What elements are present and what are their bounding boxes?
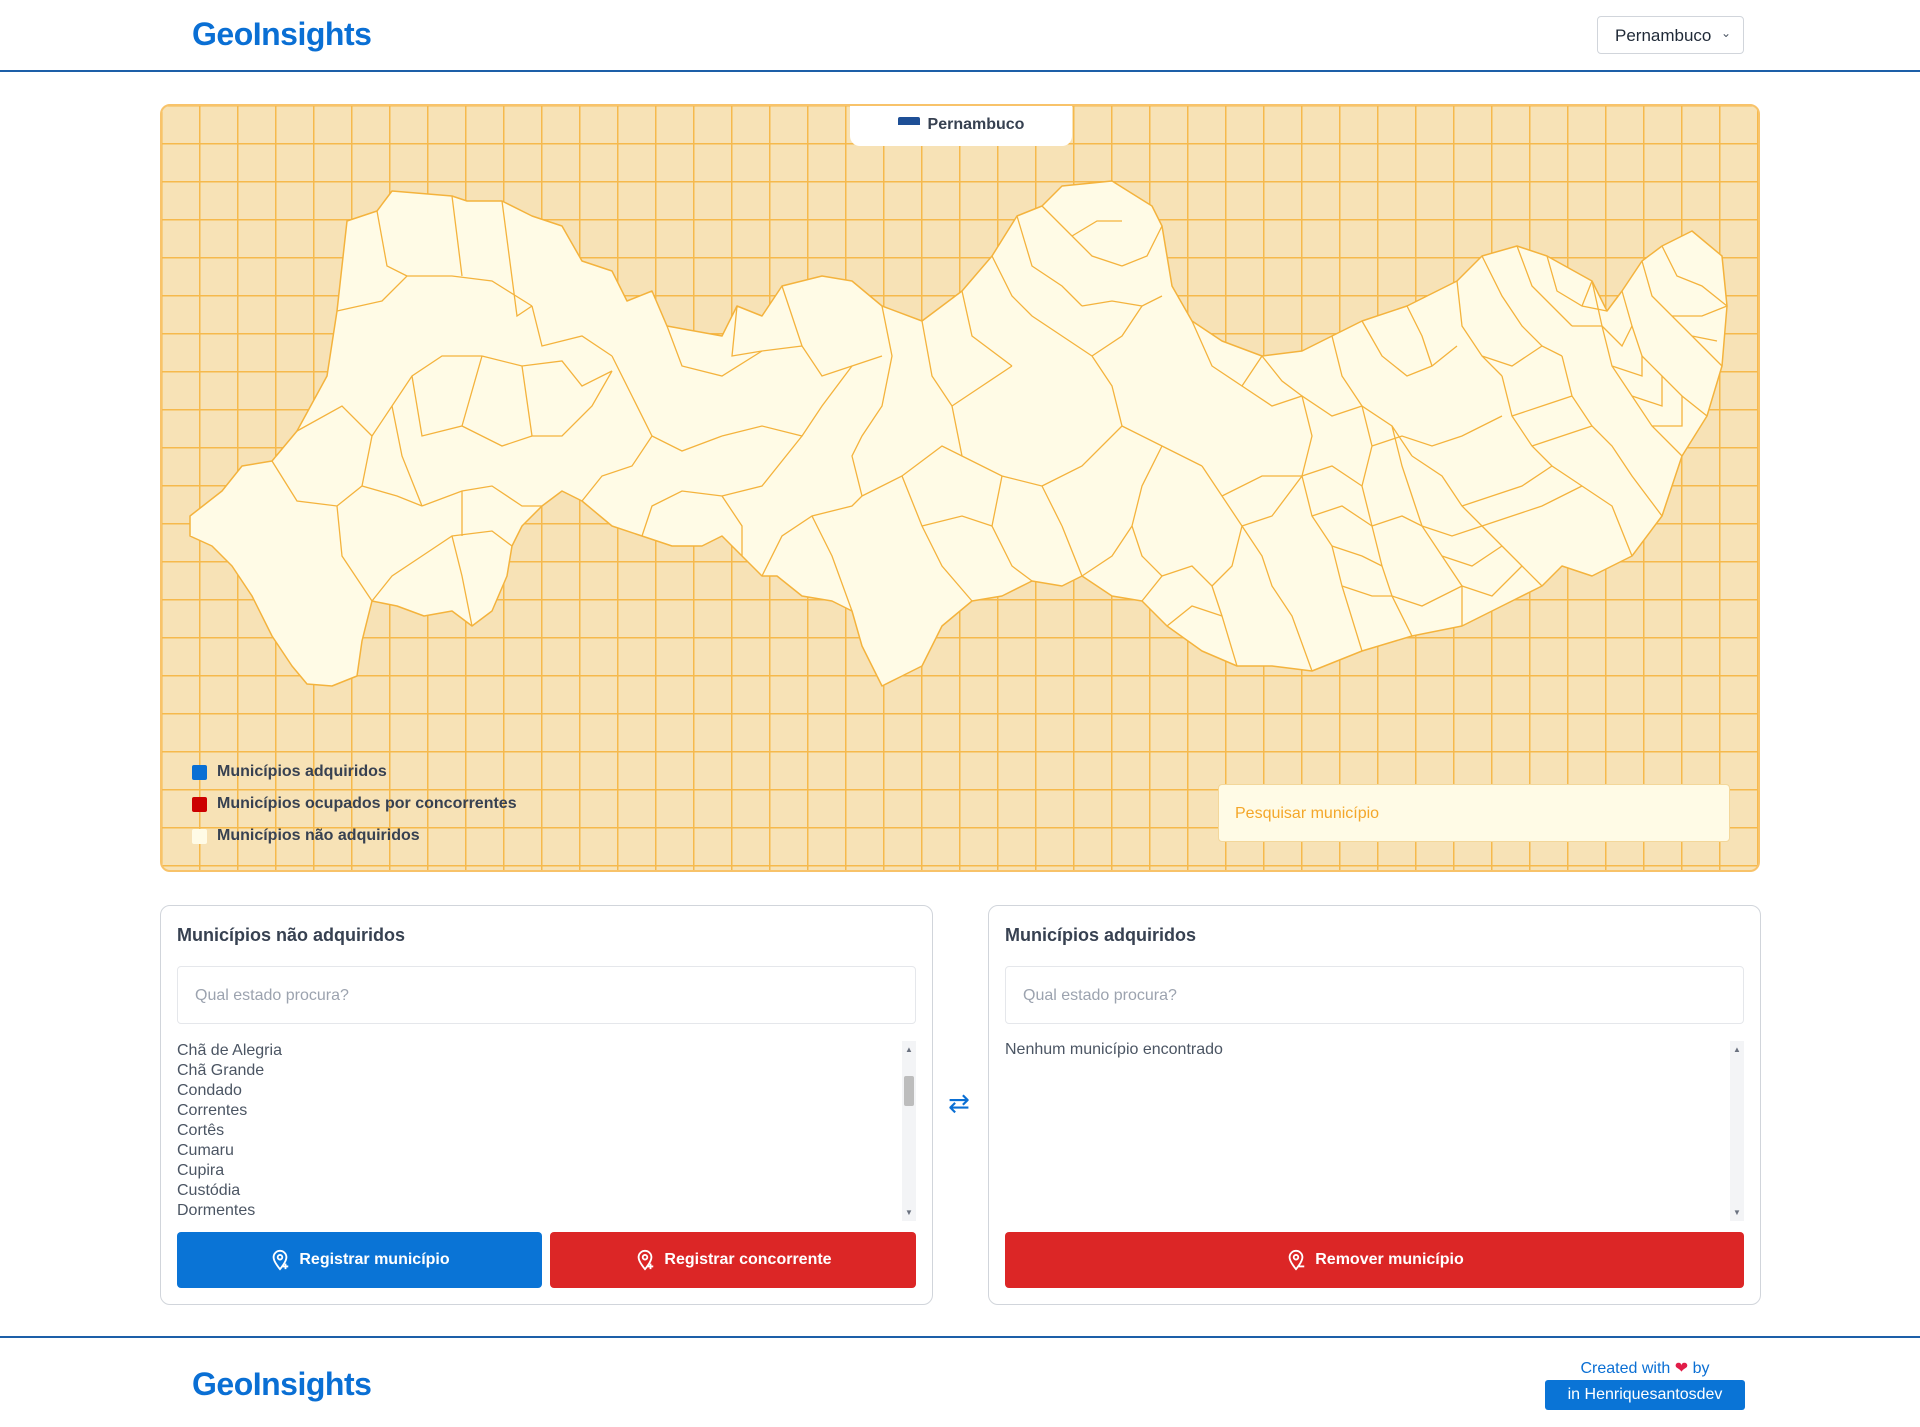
not-acquired-list[interactable]: Chã de Alegria Chã Grande Condado Corren…: [177, 1041, 916, 1221]
page-footer: GeoInsights Created with ❤ by in Henriqu…: [0, 1336, 1920, 1427]
state-flag-icon: [897, 117, 920, 129]
created-prefix: Created with: [1580, 1360, 1671, 1377]
municipality-search-placeholder: Pesquisar município: [1235, 805, 1380, 822]
municipality-search-input[interactable]: Pesquisar município: [1218, 784, 1730, 842]
list-item[interactable]: Cupira: [177, 1161, 916, 1181]
legend-swatch-competitor: [192, 796, 207, 812]
acquired-title: Municípios adquiridos: [1005, 925, 1197, 945]
legend-item-not-acquired: Municípios não adquiridos: [192, 820, 517, 852]
list-item[interactable]: Chã Grande: [177, 1061, 916, 1081]
list-item[interactable]: Chã de Alegria: [177, 1041, 916, 1061]
chevron-down-icon: ⌄: [1720, 26, 1731, 40]
created-suffix: by: [1692, 1360, 1710, 1377]
not-acquired-search-input[interactable]: Qual estado procura?: [177, 966, 916, 1024]
heart-icon: ❤: [1674, 1360, 1689, 1377]
list-item[interactable]: Correntes: [177, 1101, 916, 1121]
scroll-down-icon[interactable]: ▼: [1733, 1208, 1741, 1217]
remove-municipality-button[interactable]: Remover município: [1005, 1232, 1744, 1288]
legend-swatch-acquired: [192, 764, 207, 780]
author-name: Henriquesantosdev: [1584, 1386, 1723, 1403]
register-competitor-button[interactable]: Registrar concorrente: [550, 1232, 916, 1288]
map-legend: Municípios adquiridos Municípios ocupado…: [192, 756, 517, 852]
map-tab-label: Pernambuco: [927, 116, 1025, 133]
acquired-search-input[interactable]: Qual estado procura?: [1005, 966, 1744, 1024]
top-header: GeoInsights Pernambuco ⌄: [0, 0, 1920, 72]
map-pin-plus-icon: [273, 1249, 289, 1271]
list-item[interactable]: Cumaru: [177, 1141, 916, 1161]
state-select[interactable]: Pernambuco ⌄: [1597, 16, 1744, 54]
created-with-text: Created with ❤ by: [1545, 1358, 1745, 1378]
list-item[interactable]: Condado: [177, 1081, 916, 1101]
acquired-list[interactable]: Nenhum município encontrado ▲ ▼: [1005, 1041, 1744, 1221]
list-scrollbar[interactable]: ▲ ▼: [902, 1041, 916, 1221]
linkedin-icon: in: [1567, 1386, 1581, 1403]
not-acquired-title: Municípios não adquiridos: [177, 925, 406, 945]
search-placeholder: Qual estado procura?: [1023, 987, 1177, 1004]
legend-label: Municípios não adquiridos: [217, 827, 420, 844]
scroll-up-icon[interactable]: ▲: [905, 1045, 913, 1054]
list-item[interactable]: Cortês: [177, 1121, 916, 1141]
scrollbar-thumb[interactable]: [904, 1076, 914, 1106]
swap-arrows-icon: ⇄: [948, 1088, 970, 1118]
not-acquired-card: Municípios não adquiridos Qual estado pr…: [160, 905, 933, 1305]
legend-item-competitor: Municípios ocupados por concorrentes: [192, 788, 517, 820]
acquired-card: Municípios adquiridos Qual estado procur…: [988, 905, 1761, 1305]
register-municipality-label: Registrar município: [299, 1251, 450, 1268]
map-state-tab: Pernambuco: [850, 106, 1072, 146]
legend-item-acquired: Municípios adquiridos: [192, 756, 517, 788]
municipality-region[interactable]: [189, 180, 1728, 687]
legend-label: Municípios adquiridos: [217, 763, 387, 780]
search-placeholder: Qual estado procura?: [195, 987, 349, 1004]
legend-swatch-not-acquired: [192, 828, 207, 844]
scroll-up-icon[interactable]: ▲: [1733, 1045, 1741, 1054]
author-link[interactable]: in Henriquesantosdev: [1545, 1380, 1745, 1410]
register-competitor-label: Registrar concorrente: [664, 1251, 832, 1268]
list-scrollbar[interactable]: ▲ ▼: [1730, 1041, 1744, 1221]
map-panel: Pernambuco Municípios adquiridos Municíp…: [160, 104, 1760, 872]
brand-logo[interactable]: GeoInsights: [192, 16, 372, 53]
list-item[interactable]: Custódia: [177, 1181, 916, 1201]
map-pin-minus-icon: [1288, 1249, 1305, 1271]
remove-municipality-label: Remover município: [1315, 1251, 1464, 1268]
pernambuco-outline: [189, 180, 1728, 687]
list-item[interactable]: Dormentes: [177, 1201, 916, 1221]
scroll-down-icon[interactable]: ▼: [905, 1208, 913, 1217]
register-municipality-button[interactable]: Registrar município: [177, 1232, 542, 1288]
map-pin-plus-icon: [638, 1249, 654, 1271]
state-select-value: Pernambuco: [1615, 26, 1712, 45]
empty-list-message: Nenhum município encontrado: [1005, 1041, 1223, 1058]
legend-label: Municípios ocupados por concorrentes: [217, 795, 517, 812]
footer-brand[interactable]: GeoInsights: [192, 1366, 372, 1403]
